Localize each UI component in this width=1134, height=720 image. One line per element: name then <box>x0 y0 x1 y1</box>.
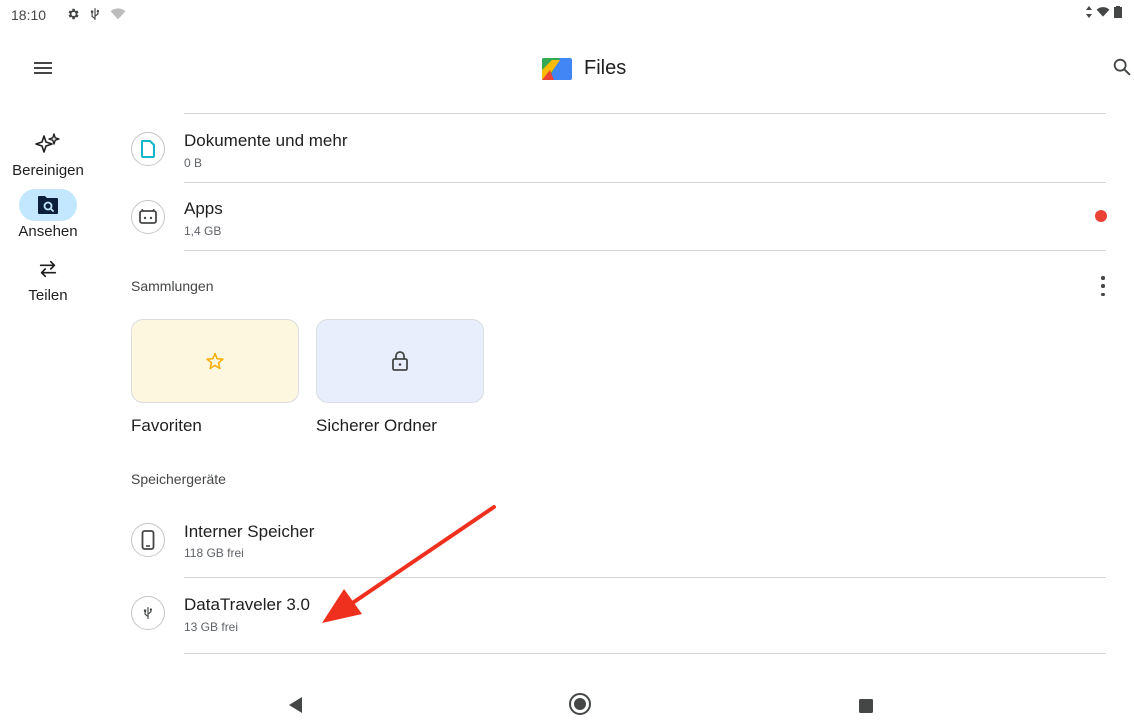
search-button[interactable] <box>1111 56 1134 80</box>
app-title: Files <box>542 56 626 80</box>
document-icon <box>141 140 155 158</box>
menu-icon <box>34 62 52 74</box>
collection-label: Favoriten <box>131 416 202 435</box>
back-button[interactable] <box>288 696 304 719</box>
storage-row-usb[interactable]: DataTraveler 3.0 13 GB frei <box>131 579 1106 645</box>
system-nav-bar <box>0 680 1134 720</box>
rail-item-teilen[interactable]: Teilen <box>0 253 96 304</box>
category-size: 0 B <box>184 156 203 170</box>
category-icon <box>131 132 165 166</box>
gear-icon <box>68 8 79 20</box>
category-icon <box>131 200 165 234</box>
storage-title: Interner Speicher <box>184 522 315 541</box>
category-size: 1,4 GB <box>184 224 222 238</box>
storage-title: DataTraveler 3.0 <box>184 595 310 614</box>
usb-icon <box>90 8 100 20</box>
lock-icon <box>392 351 408 371</box>
collection-label: Sicherer Ordner <box>316 416 437 435</box>
storage-row-internal[interactable]: Interner Speicher 118 GB frei <box>131 511 1106 577</box>
android-icon <box>139 209 157 224</box>
battery-icon <box>1114 6 1122 18</box>
storage-icon <box>131 523 165 557</box>
phone-icon <box>141 530 155 550</box>
category-title: Dokumente und mehr <box>184 131 348 150</box>
divider <box>184 113 1106 114</box>
home-button[interactable] <box>568 692 592 720</box>
wifi-icon <box>1096 7 1110 17</box>
storage-free: 118 GB frei <box>184 546 244 560</box>
status-time: 18:10 <box>11 7 47 23</box>
home-icon <box>569 693 591 715</box>
usb-icon <box>143 607 153 619</box>
collection-tile-favorites[interactable] <box>131 319 299 403</box>
divider <box>184 250 1106 251</box>
more-options-button[interactable] <box>1097 276 1109 296</box>
sparkle-icon <box>35 133 60 153</box>
divider <box>184 577 1106 578</box>
files-logo-icon <box>542 58 572 80</box>
menu-button[interactable] <box>31 56 55 80</box>
category-title: Apps <box>184 199 223 218</box>
section-label-collections: Sammlungen <box>131 278 214 294</box>
recents-button[interactable] <box>858 698 874 719</box>
rail-item-bereinigen[interactable]: Bereinigen <box>0 128 96 179</box>
divider <box>184 653 1106 654</box>
collection-tile-secure-folder[interactable] <box>316 319 484 403</box>
top-app-bar: Files <box>0 44 1134 94</box>
rail-item-label: Ansehen <box>18 223 78 240</box>
storage-free: 13 GB frei <box>184 620 239 634</box>
swap-icon <box>39 260 57 278</box>
storage-icon <box>131 596 165 630</box>
app-title-text: Files <box>584 56 627 79</box>
section-label-storage: Speichergeräte <box>131 471 226 487</box>
star-icon <box>206 352 224 370</box>
notification-badge <box>1095 210 1107 222</box>
data-icon <box>1086 6 1092 18</box>
folder-search-icon <box>38 196 58 214</box>
recents-icon <box>859 699 873 713</box>
category-row-documents[interactable]: Dokumente und mehr 0 B <box>131 115 1106 181</box>
search-icon <box>1113 58 1131 76</box>
rail-item-label: Bereinigen <box>12 162 84 179</box>
category-row-apps[interactable]: Apps 1,4 GB <box>131 183 1107 249</box>
rail-item-ansehen[interactable]: Ansehen <box>0 189 96 240</box>
rail-item-label: Teilen <box>28 287 68 304</box>
status-bar: 18:10 <box>0 0 1134 26</box>
back-icon <box>289 697 302 713</box>
wifi-icon <box>110 8 126 20</box>
